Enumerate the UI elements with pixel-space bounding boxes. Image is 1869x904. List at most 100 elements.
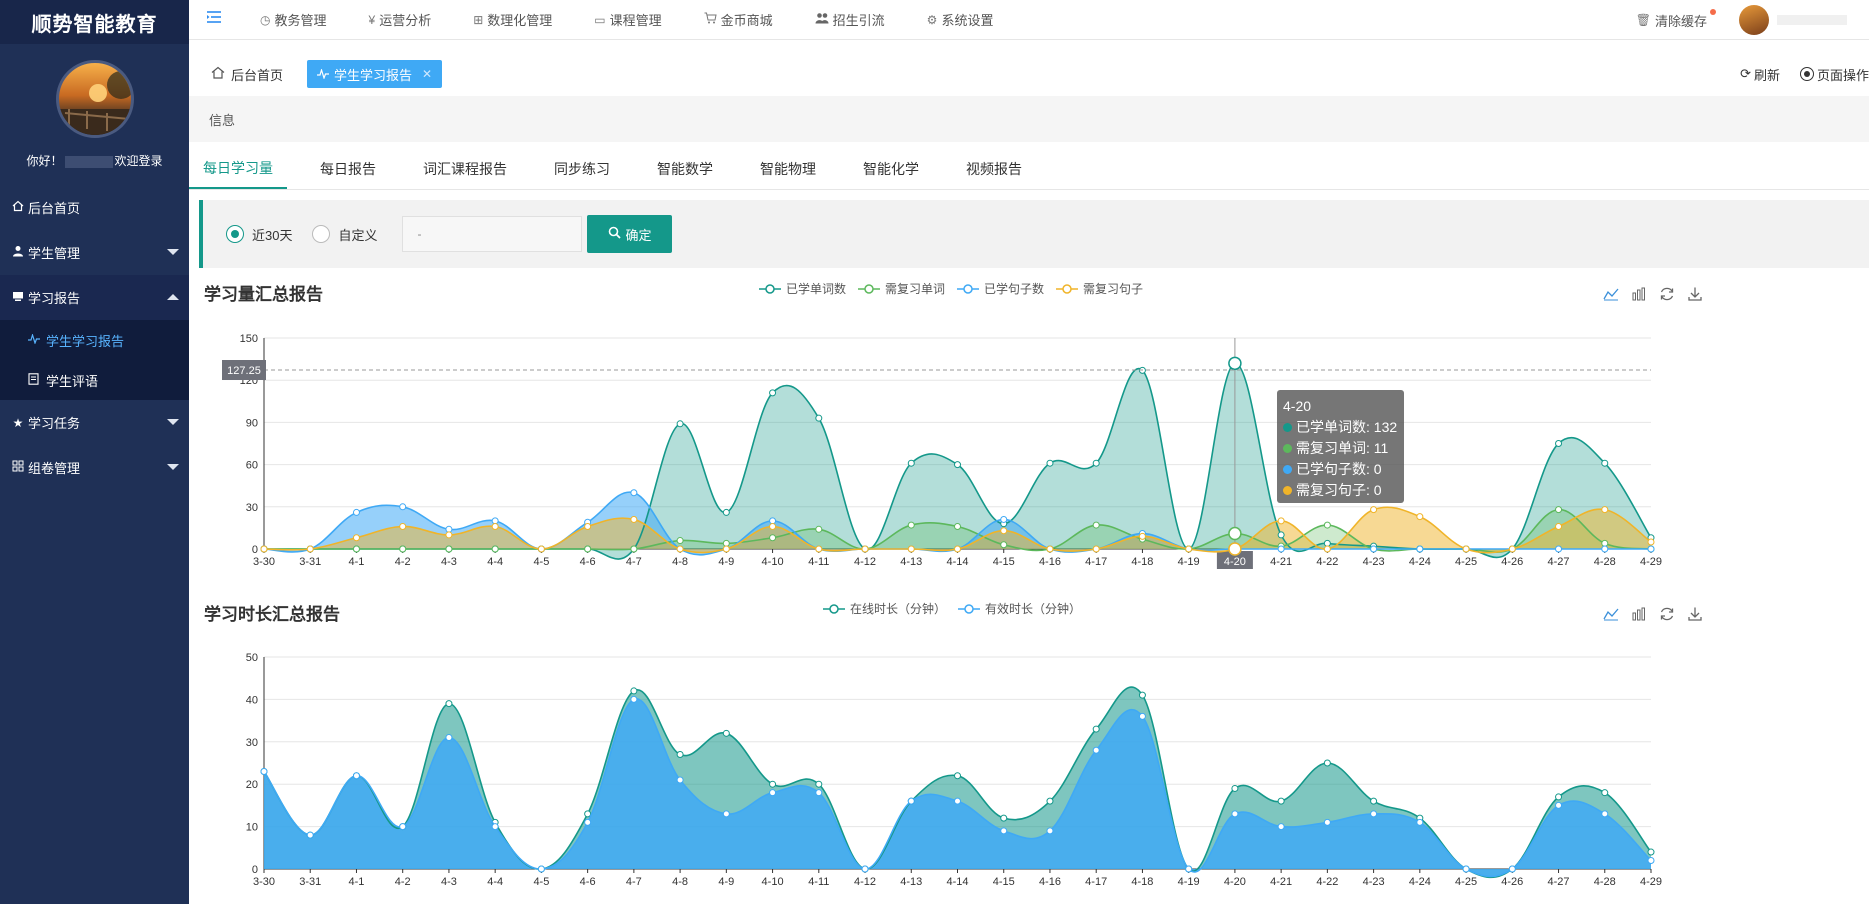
menu-toggle-icon[interactable] xyxy=(206,10,230,29)
subtab-math[interactable]: 智能数学 xyxy=(643,148,727,189)
confirm-button[interactable]: 确定 xyxy=(587,215,673,253)
username-masked[interactable] xyxy=(1777,15,1847,25)
data-point xyxy=(630,545,638,553)
data-point xyxy=(399,823,407,831)
x-tick-label: 4-17 xyxy=(1085,556,1107,568)
cart-icon xyxy=(704,12,717,27)
x-tick-label: 4-15 xyxy=(993,876,1015,888)
data-point xyxy=(1323,759,1331,767)
sidebar-item-reports[interactable]: 学习报告 xyxy=(0,275,189,320)
refresh-button[interactable]: ⟳ 刷新 xyxy=(1740,65,1780,84)
data-point xyxy=(907,459,915,467)
radio-custom[interactable]: 自定义 xyxy=(312,225,377,244)
data-point xyxy=(722,729,730,737)
subtab-sync-practice[interactable]: 同步练习 xyxy=(540,148,624,189)
sidebar-subitem-student-report[interactable]: 学生学习报告 xyxy=(0,320,189,360)
user-avatar[interactable] xyxy=(1739,5,1769,35)
close-icon[interactable]: ✕ xyxy=(422,67,432,81)
top-menu-shop[interactable]: 金币商城 xyxy=(704,10,773,29)
user-icon xyxy=(10,245,26,260)
top-menu-label: 招生引流 xyxy=(832,13,885,28)
chart-volume: 学习量汇总报告 已学单词数 需复习单词 已学句子数 需复习句子 0 30 60 90 120 1… xyxy=(189,270,1869,580)
data-point xyxy=(1508,545,1516,553)
sidebar-subitem-comments[interactable]: 学生评语 xyxy=(0,360,189,400)
x-tick-label: 4-14 xyxy=(946,876,968,888)
tab-student-report[interactable]: 学生学习报告 ✕ xyxy=(307,60,443,88)
chevron-down-icon xyxy=(167,464,179,470)
data-point xyxy=(815,545,823,553)
data-point xyxy=(1601,459,1609,467)
sidebar-item-students[interactable]: 学生管理 xyxy=(0,230,189,275)
data-point xyxy=(1555,801,1563,809)
x-tick-label: 3-31 xyxy=(299,876,321,888)
avatar[interactable] xyxy=(55,60,134,138)
data-point xyxy=(676,537,684,545)
x-tick-label: 4-3 xyxy=(441,556,457,568)
top-menu-science[interactable]: ⊞ 数理化管理 xyxy=(473,10,552,29)
sidebar-item-papers[interactable]: 组卷管理 xyxy=(0,445,189,490)
top-menu-label: 系统设置 xyxy=(941,13,994,28)
x-tick-label: 4-23 xyxy=(1363,556,1385,568)
data-point xyxy=(399,522,407,530)
page-ops-button[interactable]: 页面操作 xyxy=(1799,65,1869,84)
tab-home[interactable]: 后台首页 xyxy=(211,65,283,84)
subtab-physics[interactable]: 智能物理 xyxy=(746,148,830,189)
subtab-daily-report[interactable]: 每日报告 xyxy=(306,148,390,189)
tooltip-dot xyxy=(1283,444,1292,453)
data-point xyxy=(1647,848,1655,856)
x-tick-label: 4-27 xyxy=(1548,556,1570,568)
top-menu-label: 运营分析 xyxy=(379,13,432,28)
data-point xyxy=(584,522,592,530)
date-range-input[interactable]: - xyxy=(402,216,583,252)
x-tick-label: 4-17 xyxy=(1085,876,1107,888)
subtab-video-report[interactable]: 视频报告 xyxy=(952,148,1036,189)
sidebar-item-tasks[interactable]: ★ 学习任务 xyxy=(0,400,189,445)
y-tick-label: 0 xyxy=(252,544,258,556)
sidebar-item-home[interactable]: 后台首页 xyxy=(0,185,189,230)
data-point xyxy=(445,700,453,708)
avatar-image xyxy=(58,71,131,135)
top-menu-recruit[interactable]: 招生引流 xyxy=(815,10,885,29)
chevron-up-icon xyxy=(167,294,179,300)
chart-plot: 03060901201503-30 3-31 4-1 4-2 4-3 4-4 4-5 4-6 4… xyxy=(222,333,1662,569)
data-point xyxy=(1647,538,1655,546)
x-tick-label: 4-11 xyxy=(808,876,829,888)
notification-dot xyxy=(1710,8,1716,15)
x-tick-label: 4-4 xyxy=(487,556,503,568)
data-point xyxy=(306,831,314,839)
data-point xyxy=(445,734,453,742)
top-menu-academic[interactable]: ◷ 教务管理 xyxy=(260,10,327,29)
subtab-daily-volume[interactable]: 每日学习量 xyxy=(189,148,287,189)
subtab-chemistry[interactable]: 智能化学 xyxy=(849,148,933,189)
radio-last-30-days[interactable]: 近30天 xyxy=(226,225,292,244)
top-menu-settings[interactable]: ⚙ 系统设置 xyxy=(927,10,994,29)
data-point xyxy=(954,545,961,553)
sidebar: 顺势智能教育 你好！ 欢迎登录 后台首页 学生管理 学习报告 学生学习报告 学生… xyxy=(0,0,189,904)
x-tick-label: 4-19 xyxy=(1178,556,1200,568)
x-tick-label: 4-21 xyxy=(1270,556,1292,568)
data-point xyxy=(1000,827,1008,835)
clear-cache-button[interactable]: 🗑 清除缓存 xyxy=(1636,8,1716,30)
data-point xyxy=(1647,857,1655,865)
x-tick-label: 4-23 xyxy=(1363,876,1385,888)
data-point xyxy=(861,545,869,553)
top-menu-courses[interactable]: ▭ 课程管理 xyxy=(594,10,661,29)
x-tick-label: 4-18 xyxy=(1131,556,1153,568)
top-menu-label: 教务管理 xyxy=(274,13,327,28)
data-point xyxy=(1138,532,1146,540)
data-point xyxy=(1046,797,1054,805)
welcome-text: 你好！ 欢迎登录 xyxy=(0,152,189,169)
top-menu-operations[interactable]: ¥ 运营分析 xyxy=(369,10,432,29)
tabs-right-area: ⟳ 刷新 页面操作 xyxy=(1740,56,1869,92)
x-tick-label: 4-5 xyxy=(533,556,549,568)
x-tick-label: 4-20 xyxy=(1224,556,1246,568)
x-tick-label: 4-19 xyxy=(1178,876,1200,888)
tooltip-text: 需复习单词: 11 xyxy=(1296,440,1389,456)
top-menu-label: 金币商城 xyxy=(720,13,773,28)
data-point xyxy=(1138,712,1146,720)
target-icon xyxy=(1799,67,1814,81)
x-tick-label: 4-8 xyxy=(672,556,688,568)
subtab-vocab-report[interactable]: 词汇课程报告 xyxy=(409,148,521,189)
data-point xyxy=(1000,527,1008,535)
x-tick-label: 4-16 xyxy=(1039,876,1061,888)
